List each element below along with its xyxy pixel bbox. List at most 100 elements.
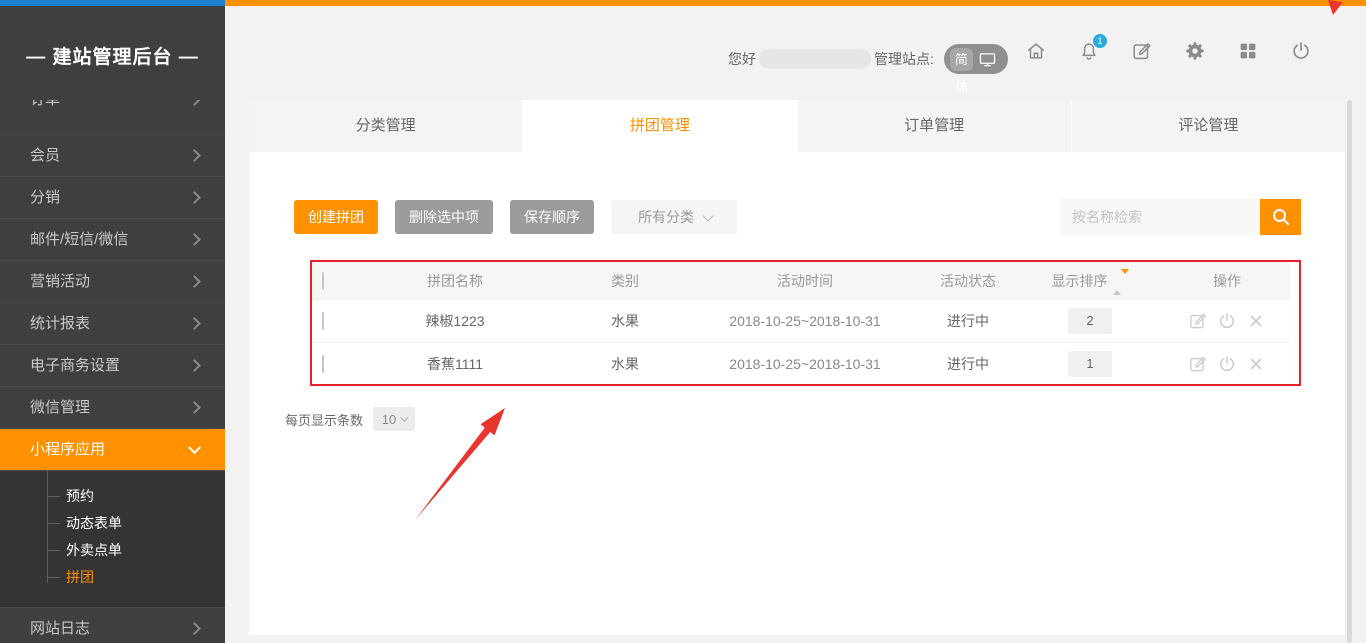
chevron-right-icon xyxy=(188,191,201,204)
sidebar-item-marketing[interactable]: 营销活动 xyxy=(0,261,225,303)
sidebar-item-label: 订单 xyxy=(30,100,60,108)
delete-selected-button[interactable]: 删除选中项 xyxy=(395,200,493,234)
th-actions: 操作 xyxy=(1164,271,1290,291)
sidebar-subitem-dynamic-form[interactable]: 动态表单 xyxy=(0,510,225,537)
chevron-right-icon xyxy=(188,233,201,246)
lang-simplified-chip[interactable]: 简 xyxy=(950,48,973,71)
sidebar-submenu: 预约 动态表单 外卖点单 拼团 xyxy=(0,471,225,608)
manage-site-label: 管理站点: xyxy=(874,49,934,69)
chevron-right-icon xyxy=(188,275,201,288)
sidebar-item-label: 电子商务设置 xyxy=(30,357,120,374)
chevron-right-icon xyxy=(188,359,201,372)
table-row: 香蕉1111 水果 2018-10-25~2018-10-31 进行中 1 xyxy=(312,342,1290,385)
sidebar-item-label: 微信管理 xyxy=(30,399,90,416)
groupbuy-table: 拼团名称 类别 活动时间 活动状态 显示排序 操作 辣椒1223 水果 2018… xyxy=(312,262,1290,385)
greeting-text: 您好 xyxy=(728,49,756,69)
cell-name: 辣椒1223 xyxy=(350,311,560,331)
monitor-icon xyxy=(979,52,996,67)
category-filter-dropdown[interactable]: 所有分类 xyxy=(611,200,737,234)
pagination: 每页显示条数 10 xyxy=(285,407,415,431)
delete-x-icon[interactable] xyxy=(1246,311,1266,331)
sidebar-item-mail-sms-wechat[interactable]: 邮件/短信/微信 xyxy=(0,219,225,261)
settings-gear-icon[interactable] xyxy=(1184,40,1206,62)
content-panel: 创建拼团 删除选中项 保存顺序 所有分类 拼团名称 类别 活动时间 活动状态 显… xyxy=(249,152,1345,635)
search-icon xyxy=(1271,207,1291,227)
sidebar-subitem-group-buy[interactable]: 拼团 xyxy=(0,564,225,591)
sidebar-item-stats-report[interactable]: 统计报表 xyxy=(0,303,225,345)
per-page-value: 10 xyxy=(382,412,396,427)
vertical-scrollbar[interactable] xyxy=(1347,100,1352,643)
sidebar-item-ecommerce-settings[interactable]: 电子商务设置 xyxy=(0,345,225,387)
power-toggle-icon[interactable] xyxy=(1217,354,1237,374)
compose-edit-icon[interactable] xyxy=(1131,40,1153,62)
chevron-right-icon xyxy=(188,100,201,105)
sidebar-item-label: 分销 xyxy=(30,189,60,206)
select-all-checkbox[interactable] xyxy=(322,272,324,290)
sort-carets-icon[interactable] xyxy=(1113,274,1129,290)
search-button[interactable] xyxy=(1260,199,1301,235)
create-groupbuy-button[interactable]: 创建拼团 xyxy=(294,200,378,234)
chevron-right-icon xyxy=(188,401,201,414)
sidebar-item-site-log[interactable]: 网站日志 xyxy=(0,608,225,643)
th-name: 拼团名称 xyxy=(350,271,560,291)
delete-x-icon[interactable] xyxy=(1246,354,1266,374)
tab-order-management[interactable]: 订单管理 xyxy=(797,100,1071,152)
sidebar-item-member[interactable]: 会员 xyxy=(0,135,225,177)
language-site-pill[interactable]: 简 xyxy=(944,44,1008,74)
category-filter-label: 所有分类 xyxy=(638,209,694,225)
per-page-label: 每页显示条数 xyxy=(285,410,363,429)
username-redacted xyxy=(759,49,871,69)
sidebar-item-label: 小程序应用 xyxy=(30,441,105,458)
sidebar-item-mini-program-app[interactable]: 小程序应用 xyxy=(0,429,225,471)
tab-comment-management[interactable]: 评论管理 xyxy=(1071,100,1345,152)
topbar-icons: 1 xyxy=(1025,40,1312,62)
save-order-button[interactable]: 保存顺序 xyxy=(510,200,594,234)
sidebar-subitem-takeout-order[interactable]: 外卖点单 xyxy=(0,537,225,564)
toolbar: 创建拼团 删除选中项 保存顺序 所有分类 xyxy=(294,200,737,234)
tab-bar: 分类管理 拼团管理 订单管理 评论管理 xyxy=(249,100,1345,152)
sidebar: — 建站管理后台 — 订单 会员 分销 邮件/短信/微信 营销活动 统计报表 电… xyxy=(0,6,225,643)
per-page-dropdown[interactable]: 10 xyxy=(373,407,415,431)
sidebar-item-label: 营销活动 xyxy=(30,273,90,290)
home-icon[interactable] xyxy=(1025,40,1047,62)
sort-order-input[interactable]: 2 xyxy=(1068,308,1112,334)
sidebar-subitem-label: 动态表单 xyxy=(66,515,122,531)
sort-order-input[interactable]: 1 xyxy=(1068,351,1112,377)
sidebar-item-order-clipped[interactable]: 订单 xyxy=(0,100,225,135)
lang-secondary-text: 体 xyxy=(955,77,969,97)
cell-time: 2018-10-25~2018-10-31 xyxy=(690,356,920,372)
row-checkbox[interactable] xyxy=(322,312,324,330)
sidebar-item-distribution[interactable]: 分销 xyxy=(0,177,225,219)
power-logout-icon[interactable] xyxy=(1290,40,1312,62)
chevron-down-icon xyxy=(400,413,408,421)
apps-grid-icon[interactable] xyxy=(1237,40,1259,62)
sidebar-subitem-label: 预约 xyxy=(66,488,94,504)
chevron-right-icon xyxy=(188,317,201,330)
row-checkbox[interactable] xyxy=(322,355,324,373)
edit-icon[interactable] xyxy=(1188,311,1208,331)
chevron-down-icon xyxy=(702,210,713,221)
table-header-row: 拼团名称 类别 活动时间 活动状态 显示排序 操作 xyxy=(312,262,1290,299)
sidebar-subitem-reservation[interactable]: 预约 xyxy=(0,483,225,510)
screen: — 建站管理后台 — 订单 会员 分销 邮件/短信/微信 营销活动 统计报表 电… xyxy=(0,0,1366,643)
chevron-right-icon xyxy=(188,149,201,162)
sidebar-item-wechat-management[interactable]: 微信管理 xyxy=(0,387,225,429)
th-status: 活动状态 xyxy=(920,271,1016,291)
power-toggle-icon[interactable] xyxy=(1217,311,1237,331)
th-category: 类别 xyxy=(560,271,690,291)
cell-category: 水果 xyxy=(560,354,690,374)
sidebar-item-label: 网站日志 xyxy=(30,620,90,637)
chevron-right-icon xyxy=(188,622,201,635)
sidebar-item-label: 统计报表 xyxy=(30,315,90,332)
edit-icon[interactable] xyxy=(1188,354,1208,374)
cell-category: 水果 xyxy=(560,311,690,331)
tab-category-management[interactable]: 分类管理 xyxy=(249,100,522,152)
search-input[interactable] xyxy=(1060,199,1260,235)
notifications-bell-icon[interactable]: 1 xyxy=(1078,40,1100,62)
table-row: 辣椒1223 水果 2018-10-25~2018-10-31 进行中 2 xyxy=(312,299,1290,342)
th-sort[interactable]: 显示排序 xyxy=(1016,271,1164,291)
th-time: 活动时间 xyxy=(690,271,920,291)
th-sort-label: 显示排序 xyxy=(1052,273,1108,289)
topbar-user-cluster: 您好 管理站点: 简 体 xyxy=(728,44,1008,74)
tab-groupbuy-management[interactable]: 拼团管理 xyxy=(522,100,796,152)
